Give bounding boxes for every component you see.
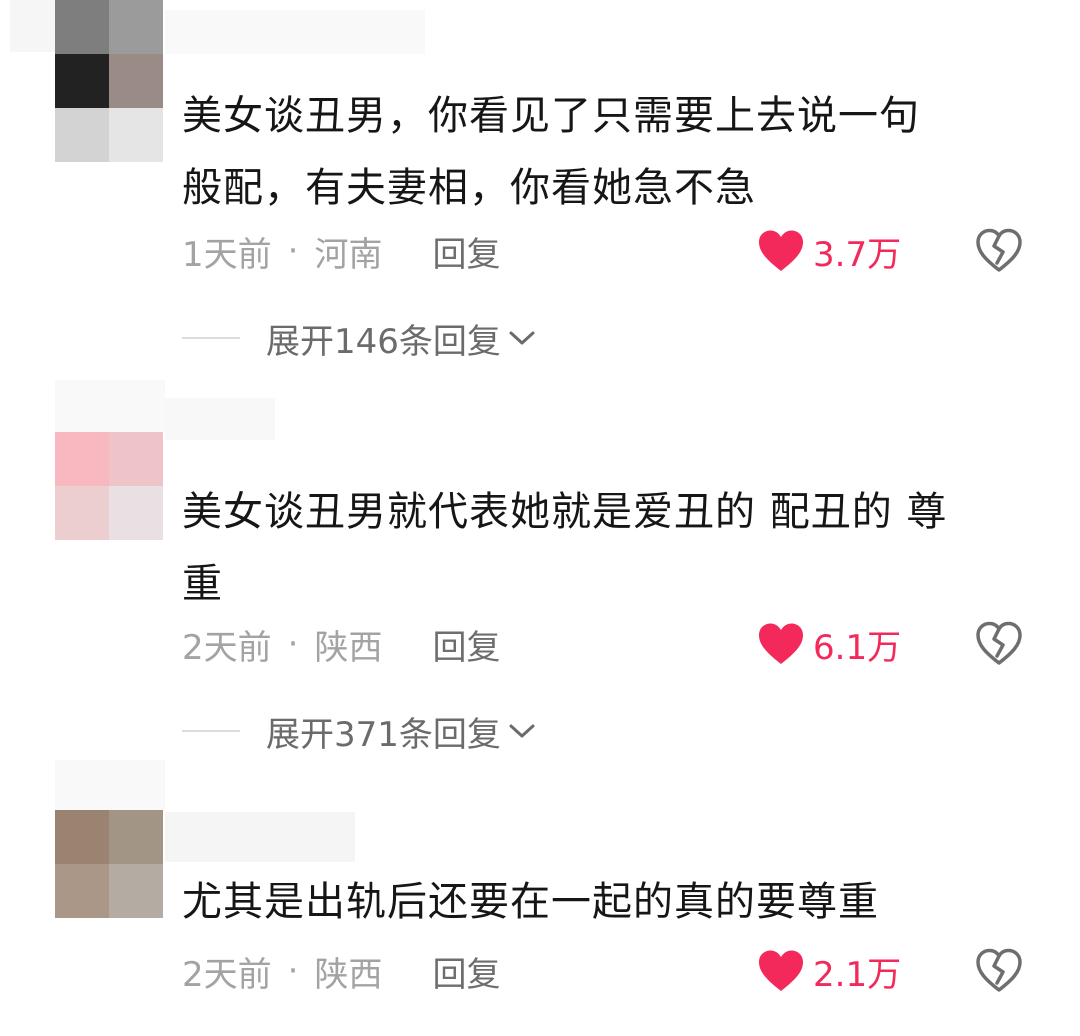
like-count: 6.1万	[813, 627, 902, 668]
broken-heart-icon[interactable]	[974, 946, 1024, 996]
avatar-pixel	[109, 810, 163, 864]
comment-meta: 2天前 · 陕西 回复	[182, 946, 500, 996]
comment-text: 美女谈丑男，你看见了只需要上去说一句 般配，有夫妻相，你看她急不急	[182, 80, 1042, 224]
divider-line	[182, 730, 240, 732]
avatar[interactable]	[55, 810, 163, 918]
like-button[interactable]: 3.7万	[757, 226, 901, 276]
heart-icon	[759, 623, 803, 664]
expand-replies-label: 展开146条回复	[266, 321, 501, 362]
heart-icon	[759, 950, 803, 991]
comment-text-line: 般配，有夫妻相，你看她急不急	[182, 165, 756, 211]
avatar-pixel	[55, 432, 109, 486]
like-button[interactable]: 6.1万	[757, 619, 901, 669]
avatar-pixel	[109, 108, 163, 162]
avatar-pixel	[109, 0, 163, 54]
broken-heart-icon[interactable]	[974, 226, 1024, 276]
comment-text: 尤其是出轨后还要在一起的真的要尊重	[182, 866, 1042, 938]
chevron-down-icon	[509, 724, 535, 738]
username-blur	[165, 398, 275, 440]
avatar-pixel	[55, 486, 109, 540]
meta-separator: ·	[287, 624, 299, 664]
expand-replies-button[interactable]: 展开146条回复	[182, 313, 537, 363]
avatar-pixel	[55, 864, 109, 918]
username-blur	[165, 812, 355, 862]
like-count: 2.1万	[813, 954, 902, 995]
meta-separator: ·	[287, 951, 299, 991]
meta-separator: ·	[287, 231, 299, 271]
comment-text-line: 重	[182, 561, 223, 607]
comment-time: 2天前	[182, 627, 272, 668]
avatar-blur-fragment	[55, 760, 165, 810]
avatar-top	[55, 0, 163, 54]
comment-text-line: 尤其是出轨后还要在一起的真的要尊重	[182, 879, 879, 925]
avatar-pixel	[55, 54, 109, 108]
avatar-pixel	[109, 486, 163, 540]
comment-text-line: 美女谈丑男就代表她就是爱丑的 配丑的 尊	[182, 489, 948, 535]
avatar-pixel	[109, 432, 163, 486]
comment-location: 河南	[314, 234, 383, 275]
comment-meta: 1天前 · 河南 回复	[182, 226, 500, 276]
avatar-blur-fragment	[55, 380, 165, 432]
like-count: 3.7万	[813, 234, 902, 275]
expand-replies-label: 展开371条回复	[266, 714, 501, 755]
broken-heart-icon[interactable]	[974, 619, 1024, 669]
avatar-pixel	[55, 810, 109, 864]
avatar-pixel	[55, 108, 109, 162]
avatar-pixel	[109, 864, 163, 918]
avatar[interactable]	[55, 54, 163, 162]
comment-meta: 2天前 · 陕西 回复	[182, 619, 500, 669]
heart-icon	[759, 230, 803, 271]
comment-location: 陕西	[314, 627, 383, 668]
reply-button[interactable]: 回复	[432, 947, 500, 996]
comment-text-line: 美女谈丑男，你看见了只需要上去说一句	[182, 93, 920, 139]
avatar-pixel	[55, 0, 109, 54]
username-blur	[165, 10, 425, 54]
expand-replies-button[interactable]: 展开371条回复	[182, 706, 537, 756]
reply-button[interactable]: 回复	[432, 227, 500, 276]
comment-time: 2天前	[182, 954, 272, 995]
comment-time: 1天前	[182, 234, 272, 275]
divider-line	[182, 337, 240, 339]
chevron-down-icon	[509, 331, 535, 345]
comment-location: 陕西	[314, 954, 383, 995]
like-button[interactable]: 2.1万	[757, 946, 901, 996]
comment-text: 美女谈丑男就代表她就是爱丑的 配丑的 尊 重	[182, 476, 1042, 620]
avatar-pixel	[109, 54, 163, 108]
reply-button[interactable]: 回复	[432, 620, 500, 669]
avatar[interactable]	[55, 432, 163, 540]
